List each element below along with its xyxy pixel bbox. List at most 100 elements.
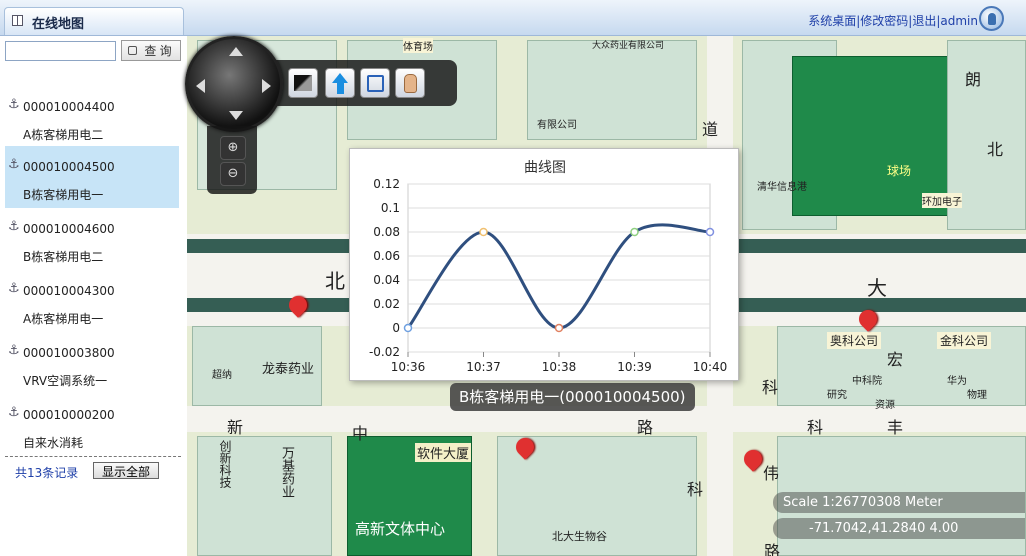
pan-right-icon[interactable]	[262, 79, 271, 93]
anchor-icon: ⚓	[8, 343, 20, 358]
scale-panel: Scale 1:26770308 Meter -71.7042,41.2840 …	[773, 492, 1025, 540]
item-code: 000010004500	[23, 160, 115, 174]
x-tick-label: 10:38	[542, 360, 577, 374]
map-label: 环加电子	[922, 193, 962, 208]
coordinate-readout: -71.7042,41.2840 4.00	[773, 518, 1025, 539]
list-item[interactable]: ⚓ 000010003800 VRV空调系统一	[5, 332, 179, 394]
data-point	[630, 227, 639, 237]
map-label: 科	[762, 378, 779, 397]
map-label: 有限公司	[537, 120, 577, 131]
logout-link[interactable]: 退出	[912, 14, 936, 28]
map-label: 物理	[967, 390, 987, 401]
x-tick-label: 10:40	[693, 360, 728, 374]
item-name: A栋客梯用电一	[23, 312, 104, 326]
data-point	[403, 323, 413, 333]
map-label: 资源	[875, 400, 895, 411]
item-name: B栋客梯用电一	[23, 188, 104, 202]
map-label: 大众药业有限公司	[592, 41, 665, 51]
chart-title: 曲线图	[524, 160, 566, 176]
arrow-up-icon[interactable]	[325, 68, 355, 98]
map-label: 软件大厦	[415, 443, 472, 462]
map-label: 伟	[763, 464, 780, 483]
map-label: 研究	[827, 390, 847, 401]
map-label: 道	[702, 120, 719, 139]
map-marker-icon[interactable]	[740, 446, 766, 472]
zoom-out-icon[interactable]: ⊖	[220, 162, 246, 186]
user-avatar-icon[interactable]	[979, 6, 1004, 31]
y-tick-label: 0.06	[373, 249, 400, 263]
map-label: 金科公司	[937, 332, 992, 349]
item-code: 000010004400	[23, 100, 115, 114]
page-title: 在线地图	[32, 17, 85, 32]
map-label: 超纳	[212, 370, 232, 381]
y-tick-label: 0.02	[373, 297, 400, 311]
map-label: 丰	[887, 418, 904, 437]
map-label: 华为	[947, 376, 967, 387]
search-icon	[128, 46, 137, 55]
item-name: VRV空调系统一	[23, 374, 108, 388]
x-tick-label: 10:36	[391, 360, 426, 374]
full-extent-icon[interactable]	[288, 68, 318, 98]
data-point	[705, 227, 715, 237]
list-item[interactable]: ⚓ 000010004300 A栋客梯用电一	[5, 270, 179, 332]
chart-popup-label: B栋客梯用电一(000010004500)	[450, 383, 695, 411]
map-label: 北	[987, 140, 1004, 159]
show-all-button[interactable]: 显示全部	[93, 462, 159, 479]
title-tab	[4, 7, 184, 35]
list-item[interactable]: ⚓ 000010000200 自来水消耗	[5, 394, 179, 456]
y-tick-label: 0.1	[381, 201, 400, 215]
item-code: 000010003800	[23, 346, 115, 360]
y-tick-label: 0	[392, 321, 400, 335]
y-tick-label: 0.04	[373, 273, 400, 287]
map-label: 新	[227, 418, 244, 437]
anchor-icon: ⚓	[8, 97, 20, 112]
map-label: 大	[867, 276, 887, 300]
map-label: 球场	[887, 164, 912, 178]
data-point	[479, 227, 488, 237]
list-item[interactable]: ⚓ 000010004400 A栋客梯用电二	[5, 86, 179, 148]
line-chart: 曲线图 -0.02 0 0.02 0.04 0.06 0.08 0.1 0.12 10:36 10:…	[369, 160, 728, 374]
map-label: 龙泰药业	[262, 362, 315, 377]
divider	[5, 456, 181, 457]
map-label: 高新文体中心	[355, 520, 446, 538]
map-label: 北	[325, 269, 345, 293]
list-item[interactable]: ⚓ 000010004600 B栋客梯用电二	[5, 208, 179, 270]
anchor-icon: ⚓	[8, 405, 20, 420]
x-tick-label: 10:37	[466, 360, 501, 374]
username-link[interactable]: admin	[940, 14, 978, 28]
search-button-label: 查 询	[144, 44, 172, 58]
record-count: 共13条记录	[15, 466, 79, 480]
map-label: 路	[637, 418, 654, 437]
map-label: 科	[687, 480, 704, 499]
desktop-link[interactable]: 系统桌面	[808, 14, 856, 28]
change-password-link[interactable]: 修改密码	[860, 14, 908, 28]
scale-readout: Scale 1:26770308 Meter	[773, 492, 1025, 513]
sidebar: 查 询 ⚓ 000010004400 A栋客梯用电二 ⚓ 00001000450…	[0, 36, 187, 556]
x-tick-label: 10:39	[617, 360, 652, 374]
y-tick-label: -0.02	[369, 345, 400, 359]
map-label: 中科院	[852, 376, 882, 387]
anchor-icon: ⚓	[8, 219, 20, 234]
map-label: 创新科技	[218, 440, 232, 488]
grid-icon	[12, 15, 23, 26]
item-code: 000010004600	[23, 222, 115, 236]
map-label: 路	[764, 542, 781, 556]
item-name: A栋客梯用电二	[23, 128, 104, 142]
map-label: 北大生物谷	[552, 530, 607, 543]
zoom-in-icon[interactable]: ⊕	[220, 136, 246, 160]
item-name: 自来水消耗	[23, 436, 84, 450]
pan-left-icon[interactable]	[196, 79, 205, 93]
search-input[interactable]	[5, 41, 116, 61]
list-item-selected[interactable]: ⚓ 000010004500 B栋客梯用电一	[5, 146, 179, 208]
map-label: 清华信息港	[757, 182, 807, 193]
search-button[interactable]: 查 询	[121, 40, 181, 61]
zoom-extent-icon[interactable]	[360, 68, 390, 98]
y-tick-label: 0.12	[373, 177, 400, 191]
map-label: 中	[352, 424, 369, 443]
pan-control[interactable]	[185, 36, 283, 132]
pan-up-icon[interactable]	[229, 47, 243, 56]
header-links: 系统桌面|修改密码|退出|admin	[808, 12, 978, 29]
pan-down-icon[interactable]	[229, 111, 243, 120]
data-point	[554, 323, 564, 333]
pan-hand-icon[interactable]	[395, 68, 425, 98]
